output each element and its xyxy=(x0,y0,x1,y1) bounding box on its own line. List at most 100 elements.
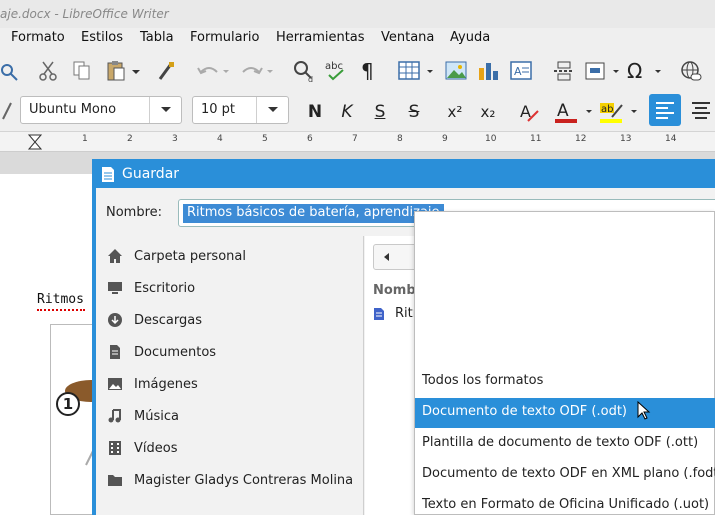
menu-ayuda[interactable]: Ayuda xyxy=(450,30,490,45)
menu-formulario[interactable]: Formulario xyxy=(190,30,259,45)
bold-button[interactable]: N xyxy=(302,98,328,126)
image-icon xyxy=(106,375,124,393)
place-label: Carpeta personal xyxy=(134,248,246,264)
insert-field-icon[interactable] xyxy=(583,58,625,84)
ruler-number: 13 xyxy=(620,134,632,144)
file-type-option-label: Texto en Formato de Oficina Unificado (.… xyxy=(422,497,710,512)
svg-text:ab: ab xyxy=(601,104,613,115)
font-size-value: 10 pt xyxy=(201,102,236,117)
place-label: Imágenes xyxy=(134,376,198,392)
svg-text:A: A xyxy=(557,101,569,121)
highlighting-color-icon[interactable]: ab xyxy=(597,98,641,126)
page-break-icon[interactable] xyxy=(551,58,577,84)
copy-icon[interactable] xyxy=(70,58,94,84)
writer-file-icon xyxy=(374,307,384,320)
folder-icon xyxy=(106,471,124,489)
clear-formatting-icon[interactable]: A xyxy=(516,98,542,126)
strikethrough-button[interactable]: S xyxy=(401,98,427,126)
home-icon xyxy=(106,247,124,265)
ruler-number: 4 xyxy=(217,134,223,144)
file-type-dropdown-list: Todos los formatos Documento de texto OD… xyxy=(414,211,715,515)
menu-bar: Formato Estilos Tabla Formulario Herrami… xyxy=(0,28,715,50)
place-pictures[interactable]: Imágenes xyxy=(106,373,198,395)
document-icon xyxy=(106,343,124,361)
file-type-option-selected[interactable]: Documento de texto ODF (.odt) xyxy=(415,398,715,428)
place-videos[interactable]: Vídeos xyxy=(106,437,177,459)
video-icon xyxy=(106,439,124,457)
paste-icon[interactable] xyxy=(104,58,142,84)
download-icon xyxy=(106,311,124,329)
spelling-icon[interactable]: abc xyxy=(323,58,351,84)
horizontal-ruler[interactable]: 1 2 3 4 5 6 7 8 9 10 11 12 13 14 xyxy=(0,132,715,152)
ruler-number: 10 xyxy=(485,134,497,144)
print-preview-icon[interactable] xyxy=(0,58,20,84)
ruler-number: 6 xyxy=(307,134,313,144)
svg-text:A: A xyxy=(520,102,531,121)
indent-marker-icon[interactable] xyxy=(28,134,42,150)
redo-icon[interactable] xyxy=(236,58,276,84)
file-type-option[interactable]: Todos los formatos xyxy=(415,367,715,397)
formatting-toolbar: Ubuntu Mono 10 pt N K S S x² x₂ A A ab xyxy=(0,92,715,132)
clone-formatting-icon[interactable] xyxy=(154,58,178,84)
file-type-option[interactable]: Documento de texto ODF en XML plano (.fo… xyxy=(415,460,715,490)
file-type-option[interactable]: Plantilla de documento de texto ODF (.ot… xyxy=(415,429,715,459)
superscript-button[interactable]: x² xyxy=(441,98,469,126)
font-color-icon[interactable]: A xyxy=(552,98,596,126)
undo-icon[interactable] xyxy=(192,58,232,84)
ruler-number: 7 xyxy=(352,134,358,144)
underline-button[interactable]: S xyxy=(367,98,393,126)
svg-text:d: d xyxy=(308,75,313,83)
place-downloads[interactable]: Descargas xyxy=(106,309,202,331)
place-label: Magister Gladys Contreras Molina xyxy=(134,472,354,488)
spelling-underline xyxy=(37,308,85,311)
align-left-icon[interactable] xyxy=(649,94,681,126)
document-text: Ritmos xyxy=(37,292,84,307)
standard-toolbar: d abc ¶ A Ω xyxy=(0,50,715,92)
special-character-icon[interactable]: Ω xyxy=(625,58,667,84)
place-label: Documentos xyxy=(134,344,217,360)
find-replace-icon[interactable]: d xyxy=(291,58,317,84)
align-center-icon[interactable] xyxy=(688,94,714,126)
insert-image-icon[interactable] xyxy=(443,58,469,84)
menu-tabla[interactable]: Tabla xyxy=(140,30,174,45)
ruler-number: 11 xyxy=(530,134,542,144)
cut-icon[interactable] xyxy=(37,58,59,84)
circle-number-label: 1 xyxy=(56,392,80,416)
menu-formato[interactable]: Formato xyxy=(11,30,65,45)
ruler-number: 2 xyxy=(127,134,133,144)
place-home[interactable]: Carpeta personal xyxy=(106,245,246,267)
ruler-number: 3 xyxy=(172,134,178,144)
hyperlink-icon[interactable] xyxy=(678,58,704,84)
menu-herramientas[interactable]: Herramientas xyxy=(276,30,365,45)
file-type-option-label: Todos los formatos xyxy=(422,373,544,388)
insert-table-icon[interactable] xyxy=(396,58,436,84)
insert-textbox-icon[interactable]: A xyxy=(508,58,534,84)
place-custom-folder[interactable]: Magister Gladys Contreras Molina xyxy=(106,469,353,491)
file-type-option-label: Plantilla de documento de texto ODF (.ot… xyxy=(422,435,699,450)
place-documents[interactable]: Documentos xyxy=(106,341,216,363)
chevron-left-icon xyxy=(384,253,389,261)
font-size-dropdown-arrow[interactable] xyxy=(256,97,288,123)
formatting-marks-icon[interactable]: ¶ xyxy=(357,58,379,84)
ruler-number: 1 xyxy=(82,134,88,144)
file-type-option-label: Documento de texto ODF (.odt) xyxy=(422,404,627,419)
subscript-button[interactable]: x₂ xyxy=(474,98,502,126)
font-size-combo[interactable]: 10 pt xyxy=(192,96,289,124)
font-name-value: Ubuntu Mono xyxy=(29,102,117,117)
place-desktop[interactable]: Escritorio xyxy=(106,277,195,299)
svg-text:abc: abc xyxy=(325,61,343,72)
font-name-dropdown-arrow[interactable] xyxy=(149,97,181,123)
filename-label: Nombre: xyxy=(106,205,163,220)
paragraph-style-icon[interactable] xyxy=(0,98,14,124)
insert-chart-icon[interactable] xyxy=(475,58,501,84)
ruler-number: 12 xyxy=(575,134,587,144)
ruler-number: 9 xyxy=(442,134,448,144)
menu-estilos[interactable]: Estilos xyxy=(81,30,123,45)
file-type-option[interactable]: Texto en Formato de Oficina Unificado (.… xyxy=(415,491,715,515)
place-music[interactable]: Música xyxy=(106,405,179,427)
svg-text:A: A xyxy=(514,65,522,78)
menu-ventana[interactable]: Ventana xyxy=(381,30,434,45)
italic-button[interactable]: K xyxy=(334,98,360,126)
ruler-number: 5 xyxy=(262,134,268,144)
font-name-combo[interactable]: Ubuntu Mono xyxy=(20,96,182,124)
